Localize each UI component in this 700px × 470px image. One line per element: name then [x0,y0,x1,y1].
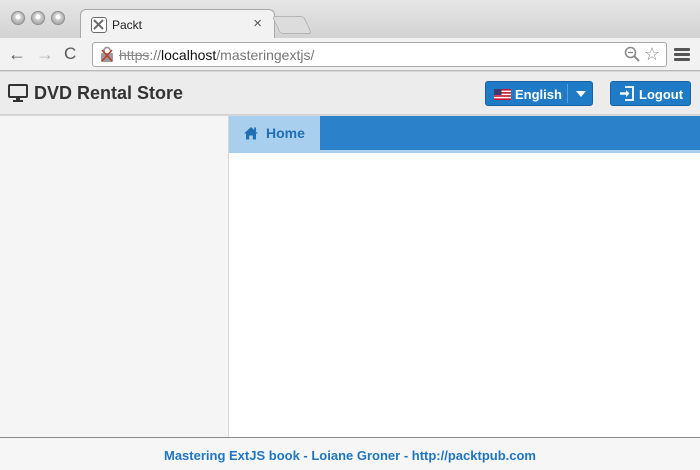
window-minimize-button[interactable] [31,11,45,25]
url-separator: :// [149,47,162,63]
address-bar[interactable]: https://localhost/masteringextjs/ ☆ [92,42,667,67]
tab-home-label: Home [266,125,305,141]
us-flag-icon [494,89,511,100]
tab-title: Packt [112,18,143,32]
split-divider [567,84,568,103]
app-footer: Mastering ExtJS book - Loiane Groner - h… [0,437,700,470]
monitor-icon [8,84,28,102]
logout-button[interactable]: Logout [610,81,691,106]
app-header: DVD Rental Store English Logout [0,72,700,115]
footer-text: Mastering ExtJS book - Loiane Groner - h… [164,448,536,463]
main-content: Home [229,116,700,437]
url-scheme: https [119,47,150,63]
logout-label: Logout [639,87,684,102]
home-icon [244,127,258,140]
forward-button[interactable]: → [36,44,54,64]
language-split-button[interactable]: English [485,81,593,106]
language-label: English [515,87,562,102]
tab-close-icon[interactable]: × [253,15,262,32]
url-path: /masteringextjs/ [216,47,315,63]
lock-broken-icon[interactable] [99,46,115,63]
new-tab-button[interactable] [271,16,313,34]
packt-favicon-icon [91,17,107,33]
menu-icon[interactable] [674,48,690,62]
main-tabbar: Home [229,116,700,152]
browser-toolbar: ← → C https://localhost/masteringextjs/ … [0,38,700,71]
browser-titlebar: Packt × [0,0,700,39]
reload-button[interactable]: C [64,44,76,64]
chevron-down-icon[interactable] [576,91,586,97]
tab-strip-underline [229,150,700,153]
url-host: localhost [161,47,217,63]
sidebar-panel [0,116,229,437]
back-button[interactable]: ← [8,44,26,64]
window-maximize-button[interactable] [51,11,65,25]
browser-tab[interactable]: Packt × [80,9,275,39]
window-close-button[interactable] [11,11,25,25]
app-title: DVD Rental Store [34,83,184,103]
tab-home[interactable]: Home [229,116,320,151]
logout-icon [620,86,634,101]
star-icon[interactable]: ☆ [644,44,660,65]
address-url[interactable]: https://localhost/masteringextjs/ [119,47,314,63]
zoom-icon[interactable] [624,46,640,62]
